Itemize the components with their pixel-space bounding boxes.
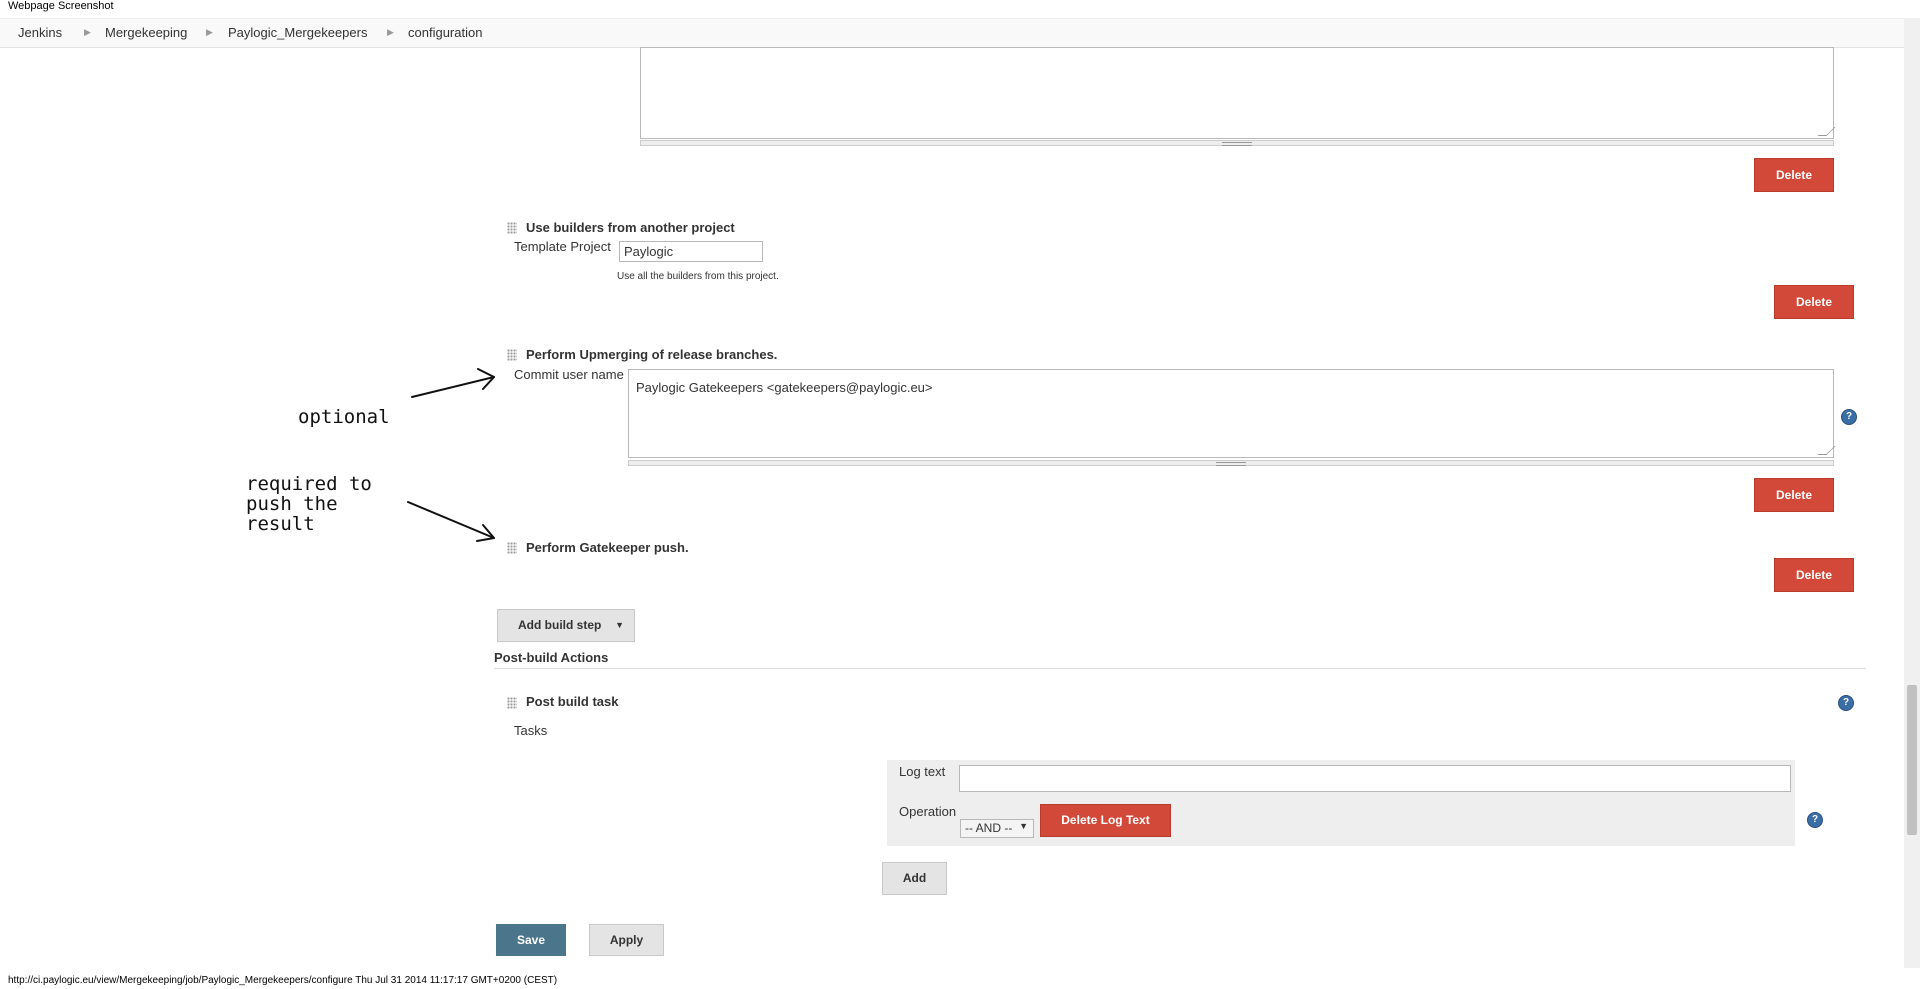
arrow-optional (411, 376, 495, 398)
scrollbar-thumb[interactable] (1907, 685, 1917, 835)
status-bar-url: http://ci.paylogic.eu/view/Mergekeeping/… (8, 975, 558, 986)
annotation-arrows (407, 368, 495, 542)
arrow-required (407, 501, 495, 539)
